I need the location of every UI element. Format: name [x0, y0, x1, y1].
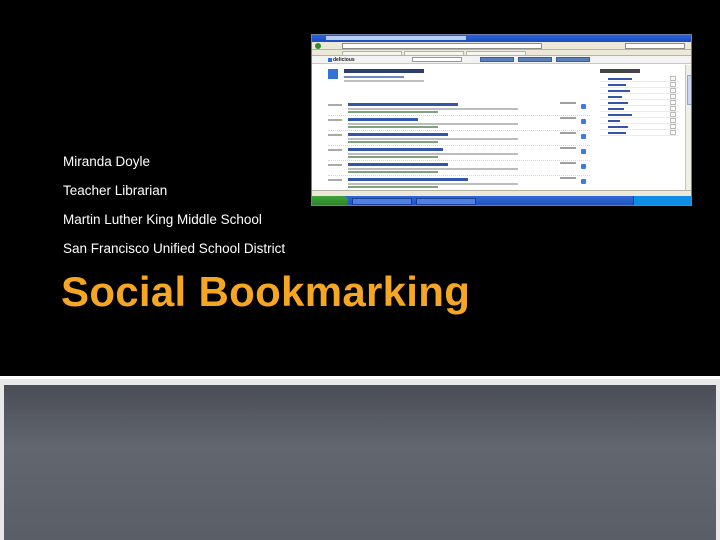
window-title-placeholder: [326, 36, 466, 40]
browser-search-field: [625, 43, 685, 49]
browser-titlebar: [312, 35, 691, 49]
user-nav-placeholder: [344, 76, 404, 78]
save-icon: [581, 164, 586, 169]
author-info: Miranda Doyle Teacher Librarian Martin L…: [63, 152, 285, 268]
list-item: [328, 176, 590, 191]
save-icon: [581, 119, 586, 124]
slide: delicious Miranda Doyle Teacher Libraria…: [0, 0, 720, 540]
author-school: Martin Luther King Middle School: [63, 212, 262, 227]
avatar: [328, 69, 338, 79]
footer-band-fill: [4, 385, 716, 540]
delicious-page-content: [312, 65, 691, 191]
scrollbar-thumb: [687, 75, 691, 105]
user-name-placeholder: [344, 69, 424, 73]
list-item: [328, 146, 590, 161]
delicious-button: [480, 57, 514, 62]
list-item: [328, 101, 590, 116]
windows-taskbar: [312, 196, 691, 205]
user-subtext-placeholder: [344, 80, 424, 82]
slide-title: Social Bookmarking: [61, 268, 471, 315]
delicious-toolbar: delicious: [312, 56, 691, 64]
sidebar-heading-placeholder: [600, 69, 640, 73]
taskbar-item: [352, 198, 412, 205]
list-item: [328, 161, 590, 176]
address-bar: [312, 42, 691, 50]
bookmark-list: [328, 101, 590, 191]
start-icon: [312, 196, 348, 205]
delicious-logo-icon: [328, 57, 332, 62]
author-role: Teacher Librarian: [63, 183, 168, 198]
delicious-logo-text: delicious: [333, 57, 355, 63]
tag-row: [600, 130, 678, 136]
delicious-search-field: [412, 57, 462, 62]
footer-band: [0, 379, 720, 540]
author-name: Miranda Doyle: [63, 154, 151, 169]
tags-sidebar: [600, 69, 678, 187]
back-icon: [315, 43, 321, 49]
list-item: [328, 131, 590, 146]
system-tray: [633, 196, 691, 205]
author-district: San Francisco Unified School District: [63, 241, 286, 256]
save-icon: [581, 134, 586, 139]
list-item: [328, 116, 590, 131]
url-field: [342, 43, 542, 49]
scrollbar: [685, 65, 691, 190]
embedded-browser-screenshot: delicious: [311, 34, 692, 206]
taskbar-item: [416, 198, 476, 205]
save-icon: [581, 104, 586, 109]
save-icon: [581, 149, 586, 154]
delicious-button: [518, 57, 552, 62]
save-icon: [581, 179, 586, 184]
delicious-button: [556, 57, 590, 62]
delicious-logo: delicious: [328, 57, 355, 63]
